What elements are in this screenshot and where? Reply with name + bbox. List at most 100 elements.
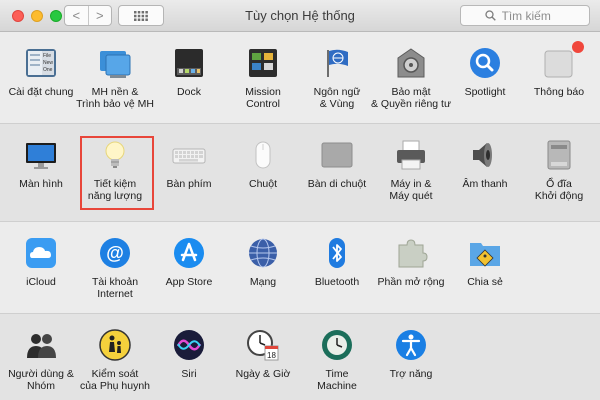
pref-label: iCloud — [26, 276, 56, 288]
bluetooth-icon — [320, 236, 354, 270]
pref-internet-accounts[interactable]: @ Tài khoản Internet — [78, 222, 152, 313]
desktop-screensaver-icon — [98, 46, 132, 80]
printers-scanners-icon — [394, 138, 428, 172]
time-machine-icon — [320, 328, 354, 362]
pref-security-privacy[interactable]: Bảo mật & Quyền riêng tư — [371, 32, 451, 123]
title-bar: < > Tùy chọn Hệ thống — [0, 0, 600, 32]
pref-sound[interactable]: Âm thanh — [448, 124, 522, 221]
pref-siri[interactable]: Siri — [152, 314, 226, 400]
pref-label: Phần mở rộng — [377, 276, 445, 288]
pref-label: Kiểm soát của Phụ huynh — [79, 368, 151, 392]
pref-extensions[interactable]: Phần mở rộng — [374, 222, 448, 313]
pref-sharing[interactable]: Chia sẻ — [448, 222, 522, 313]
pref-spotlight[interactable]: Spotlight — [448, 32, 522, 123]
accessibility-icon — [394, 328, 428, 362]
pref-label: Bảo mật & Quyền riêng tư — [371, 86, 451, 110]
mouse-icon — [246, 138, 280, 172]
general-icon: File New One — [24, 46, 58, 80]
search-field[interactable] — [460, 5, 590, 26]
pref-label: Chia sẻ — [467, 276, 503, 288]
pref-time-machine[interactable]: Time Machine — [300, 314, 374, 400]
pref-label: Chuột — [248, 178, 278, 190]
icloud-icon — [24, 236, 58, 270]
pref-label: MH nền & Trình bảo vệ MH — [76, 86, 154, 110]
pref-label: Bàn phím — [166, 178, 212, 190]
pref-bluetooth[interactable]: Bluetooth — [300, 222, 374, 313]
pref-label: Thông báo — [533, 86, 585, 98]
pref-language-region[interactable]: Ngôn ngữ & Vùng — [300, 32, 374, 123]
security-privacy-icon — [394, 46, 428, 80]
pref-label: Bluetooth — [314, 276, 360, 288]
pref-date-time[interactable]: 18 Ngày & Giờ — [226, 314, 300, 400]
pref-mission-control[interactable]: Mission Control — [226, 32, 300, 123]
pref-label: Time Machine — [317, 368, 357, 392]
pref-label: Máy in & Máy quét — [389, 178, 433, 202]
sound-icon — [468, 138, 502, 172]
pref-dock[interactable]: Dock — [152, 32, 226, 123]
svg-text:@: @ — [106, 243, 124, 263]
grid-icon — [134, 10, 148, 21]
pref-users-groups[interactable]: Người dùng & Nhóm — [4, 314, 78, 400]
network-icon — [246, 236, 280, 270]
app-store-icon — [172, 236, 206, 270]
pref-label: Mạng — [249, 276, 277, 288]
pref-desktop-screensaver[interactable]: MH nền & Trình bảo vệ MH — [76, 32, 154, 123]
section-system: Người dùng & Nhóm Kiểm soát của Phụ huyn… — [0, 314, 600, 400]
chevron-left-icon: < — [72, 8, 81, 23]
trackpad-icon — [320, 138, 354, 172]
search-input[interactable] — [499, 7, 566, 24]
pref-label: Ổ đĩa Khởi động — [534, 178, 584, 202]
window-title: Tùy chọn Hệ thống — [245, 8, 355, 23]
pref-displays[interactable]: Màn hình — [4, 124, 78, 221]
pref-label: App Store — [165, 276, 213, 288]
navigation-buttons: < > — [64, 5, 112, 26]
chevron-right-icon: > — [95, 8, 104, 23]
back-button[interactable]: < — [65, 6, 89, 25]
users-groups-icon — [24, 328, 58, 362]
displays-icon — [24, 138, 58, 172]
svg-text:One: One — [43, 67, 53, 73]
svg-text:File: File — [43, 53, 51, 59]
pref-startup-disk[interactable]: Ổ đĩa Khởi động — [522, 124, 596, 221]
pref-label: Cài đặt chung — [8, 86, 74, 98]
pref-label: Tiết kiệm năng lượng — [87, 178, 143, 202]
search-icon — [484, 10, 496, 21]
system-preferences-window: < > Tùy chọn Hệ thống Tìm kiếm File New … — [0, 0, 600, 400]
pref-keyboard[interactable]: Bàn phím — [152, 124, 226, 221]
pref-label: Dock — [177, 86, 201, 98]
close-button[interactable] — [12, 10, 24, 22]
siri-icon — [172, 328, 206, 362]
pref-app-store[interactable]: App Store — [152, 222, 226, 313]
spotlight-icon — [468, 46, 502, 80]
pref-label: Trợ năng — [389, 368, 433, 380]
section-internet-wireless: iCloud @ Tài khoản Internet App Store Mạ… — [0, 222, 600, 314]
pref-accessibility[interactable]: Trợ năng — [374, 314, 448, 400]
zoom-button[interactable] — [50, 10, 62, 22]
language-region-icon — [320, 46, 354, 80]
mission-control-icon — [246, 46, 280, 80]
pref-label: Ngày & Giờ — [235, 368, 291, 380]
minimize-button[interactable] — [31, 10, 43, 22]
pref-network[interactable]: Mạng — [226, 222, 300, 313]
pref-trackpad[interactable]: Bàn di chuột — [300, 124, 374, 221]
pref-energy-saver[interactable]: Tiết kiệm năng lượng — [78, 124, 152, 221]
startup-disk-icon — [542, 138, 576, 172]
pref-general[interactable]: File New One Cài đặt chung — [4, 32, 78, 123]
show-all-button[interactable] — [118, 5, 164, 26]
keyboard-icon — [172, 138, 206, 172]
notification-badge-icon — [572, 41, 584, 53]
pref-mouse[interactable]: Chuột — [226, 124, 300, 221]
pref-printers-scanners[interactable]: Máy in & Máy quét — [374, 124, 448, 221]
pref-notifications[interactable]: Thông báo — [522, 32, 596, 123]
pref-icloud[interactable]: iCloud — [4, 222, 78, 313]
pref-label: Âm thanh — [462, 178, 508, 190]
pref-label: Bàn di chuột — [307, 178, 367, 190]
forward-button[interactable]: > — [89, 6, 112, 25]
pref-parental-controls[interactable]: Kiểm soát của Phụ huynh — [78, 314, 152, 400]
pref-label: Màn hình — [19, 178, 63, 190]
section-hardware: Màn hình Tiết kiệm năng lượng Bàn phím C… — [0, 124, 600, 222]
pref-label: Người dùng & Nhóm — [8, 368, 74, 392]
energy-saver-icon — [98, 138, 132, 172]
svg-text:18: 18 — [267, 351, 276, 360]
section-personal: File New One Cài đặt chung MH nền & Trìn… — [0, 32, 600, 124]
